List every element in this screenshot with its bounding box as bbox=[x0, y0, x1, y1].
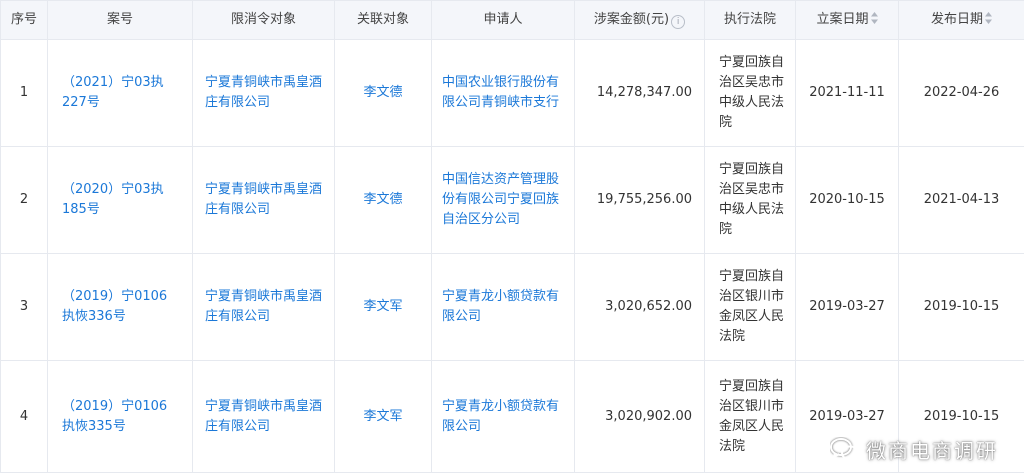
watermark: 微商电商调研 bbox=[830, 435, 998, 464]
cell-publish-date: 2021-04-13 bbox=[899, 147, 1024, 254]
cell-amount: 3,020,652.00 bbox=[575, 254, 705, 361]
cell-applicant-link[interactable]: 宁夏青龙小额贷款有限公司 bbox=[432, 254, 575, 361]
table-row: 1 （2021）宁03执227号 宁夏青铜峡市禹皇酒庄有限公司 李文德 中国农业… bbox=[1, 40, 1024, 147]
header-amount-label: 涉案金额(元) bbox=[594, 12, 669, 27]
header-filed-date-label: 立案日期 bbox=[816, 12, 868, 27]
table-row: 2 （2020）宁03执185号 宁夏青铜峡市禹皇酒庄有限公司 李文德 中国信达… bbox=[1, 147, 1024, 254]
header-target: 限消令对象 bbox=[193, 1, 335, 40]
header-court: 执行法院 bbox=[705, 1, 796, 40]
cell-case-no-link[interactable]: （2019）宁0106执恢335号 bbox=[48, 361, 193, 473]
cell-related-link[interactable]: 李文德 bbox=[335, 40, 432, 147]
cell-publish-date: 2019-10-15 bbox=[899, 254, 1024, 361]
cell-court: 宁夏回族自治区银川市金凤区人民法院 bbox=[705, 361, 796, 473]
cell-related-link[interactable]: 李文军 bbox=[335, 361, 432, 473]
header-seq: 序号 bbox=[1, 1, 48, 40]
cell-related-link[interactable]: 李文军 bbox=[335, 254, 432, 361]
cell-case-no-link[interactable]: （2019）宁0106执恢336号 bbox=[48, 254, 193, 361]
header-publish-date-label: 发布日期 bbox=[931, 12, 983, 27]
cell-seq: 1 bbox=[1, 40, 48, 147]
cell-publish-date: 2022-04-26 bbox=[899, 40, 1024, 147]
sort-icon[interactable] bbox=[985, 12, 992, 24]
info-icon[interactable]: i bbox=[671, 15, 685, 29]
header-publish-date[interactable]: 发布日期 bbox=[899, 1, 1024, 40]
sort-icon[interactable] bbox=[871, 12, 878, 24]
cell-seq: 2 bbox=[1, 147, 48, 254]
cell-amount: 19,755,256.00 bbox=[575, 147, 705, 254]
cell-filed-date: 2019-03-27 bbox=[796, 254, 899, 361]
cell-seq: 3 bbox=[1, 254, 48, 361]
cell-case-no-link[interactable]: （2020）宁03执185号 bbox=[48, 147, 193, 254]
cell-filed-date: 2021-11-11 bbox=[796, 40, 899, 147]
cell-court: 宁夏回族自治区吴忠市中级人民法院 bbox=[705, 40, 796, 147]
cell-applicant-link[interactable]: 中国农业银行股份有限公司青铜峡市支行 bbox=[432, 40, 575, 147]
watermark-text: 微商电商调研 bbox=[866, 435, 998, 464]
cell-amount: 14,278,347.00 bbox=[575, 40, 705, 147]
cell-seq: 4 bbox=[1, 361, 48, 473]
cell-filed-date: 2020-10-15 bbox=[796, 147, 899, 254]
table-header-row: 序号 案号 限消令对象 关联对象 申请人 涉案金额(元)i 执行法院 立案日期 … bbox=[1, 1, 1024, 40]
cell-applicant-link[interactable]: 宁夏青龙小额贷款有限公司 bbox=[432, 361, 575, 473]
table-row: 3 （2019）宁0106执恢336号 宁夏青铜峡市禹皇酒庄有限公司 李文军 宁… bbox=[1, 254, 1024, 361]
header-amount: 涉案金额(元)i bbox=[575, 1, 705, 40]
cell-case-no-link[interactable]: （2021）宁03执227号 bbox=[48, 40, 193, 147]
cell-target-link[interactable]: 宁夏青铜峡市禹皇酒庄有限公司 bbox=[193, 254, 335, 361]
header-filed-date[interactable]: 立案日期 bbox=[796, 1, 899, 40]
restriction-order-table: 序号 案号 限消令对象 关联对象 申请人 涉案金额(元)i 执行法院 立案日期 … bbox=[0, 0, 1024, 473]
cell-applicant-link[interactable]: 中国信达资产管理股份有限公司宁夏回族自治区分公司 bbox=[432, 147, 575, 254]
cell-target-link[interactable]: 宁夏青铜峡市禹皇酒庄有限公司 bbox=[193, 40, 335, 147]
cell-amount: 3,020,902.00 bbox=[575, 361, 705, 473]
header-related: 关联对象 bbox=[335, 1, 432, 40]
cell-target-link[interactable]: 宁夏青铜峡市禹皇酒庄有限公司 bbox=[193, 361, 335, 473]
cell-target-link[interactable]: 宁夏青铜峡市禹皇酒庄有限公司 bbox=[193, 147, 335, 254]
header-case-no: 案号 bbox=[48, 1, 193, 40]
cell-court: 宁夏回族自治区吴忠市中级人民法院 bbox=[705, 147, 796, 254]
wechat-logo-icon bbox=[830, 437, 860, 463]
cell-court: 宁夏回族自治区银川市金凤区人民法院 bbox=[705, 254, 796, 361]
header-applicant: 申请人 bbox=[432, 1, 575, 40]
cell-related-link[interactable]: 李文德 bbox=[335, 147, 432, 254]
